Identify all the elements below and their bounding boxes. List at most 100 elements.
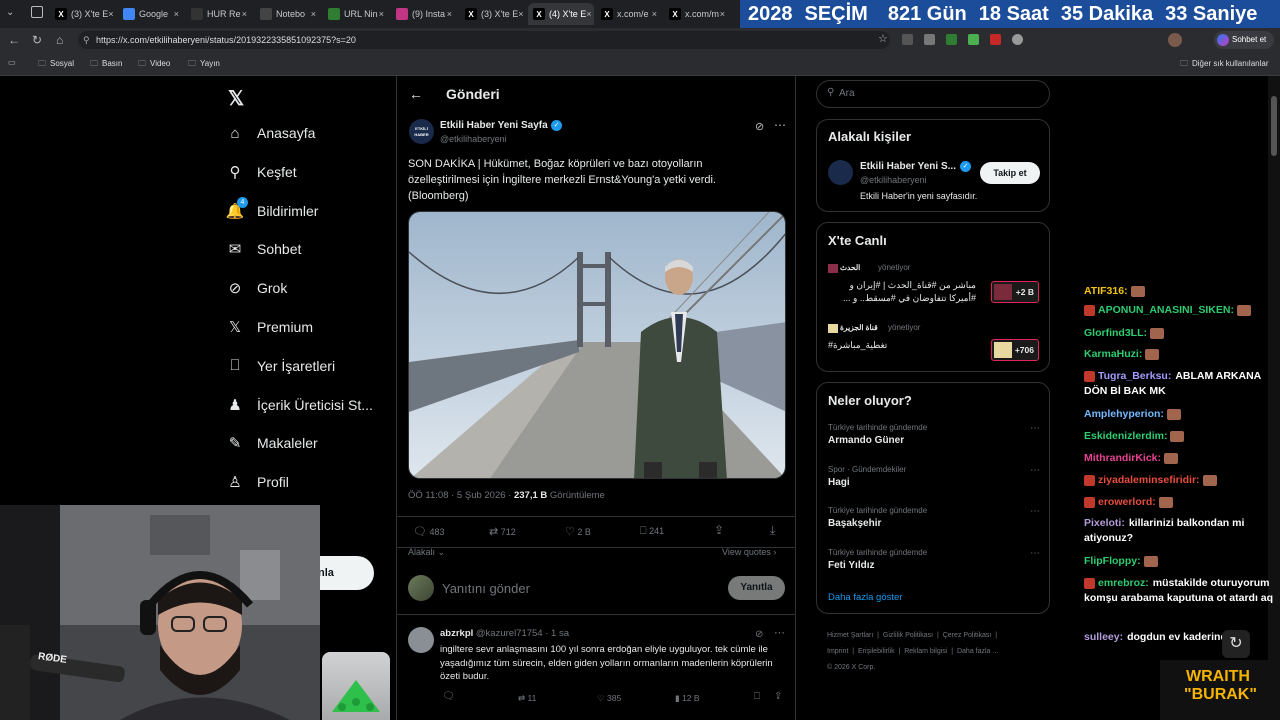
browser-tab[interactable]: Xx.com/m × xyxy=(664,3,730,25)
nav-item-5[interactable]: 𝕏 Premium xyxy=(226,318,313,336)
reply-avatar[interactable] xyxy=(408,627,434,653)
nav-item-3[interactable]: ✉ Sohbet xyxy=(226,240,302,258)
more-icon[interactable]: ⋯ xyxy=(774,118,786,132)
x-logo-icon[interactable]: 𝕏 xyxy=(228,86,244,111)
footer-link[interactable]: Erişilebilirlik xyxy=(858,648,895,655)
person-handle[interactable]: @etkilihaberyeni xyxy=(860,175,927,185)
home-icon[interactable]: ⌂ xyxy=(56,33,63,47)
person-name[interactable]: Etkili Haber Yeni S... xyxy=(860,161,956,172)
reply-like-action[interactable]: ♡ 385 xyxy=(597,693,621,704)
extensions-icons[interactable] xyxy=(902,34,1052,46)
copilot-chat-button[interactable]: Sohbet et xyxy=(1214,31,1274,49)
author-avatar[interactable]: ETKİLİ HABER xyxy=(409,119,434,144)
avatar[interactable] xyxy=(1168,33,1182,47)
reply-author-name[interactable]: abzrkpl xyxy=(440,628,473,639)
reply-reply-icon[interactable]: 🗨 xyxy=(442,691,455,702)
post-image[interactable] xyxy=(408,211,786,479)
reply-share-icon[interactable]: ⇪ xyxy=(774,691,782,702)
nav-item-7[interactable]: ♟ İçerik Üreticisi St... xyxy=(226,396,373,414)
bookmark-video[interactable]: 🗀 Video xyxy=(138,58,170,72)
repost-action[interactable]: ⇄ 712 xyxy=(489,525,516,538)
live-item[interactable]: الحدث yönetiyor مباشر من #قناة_الحدث | #… xyxy=(828,263,1040,311)
trend-item[interactable]: Spor · Gündemdekiler Hagi ⋯ xyxy=(828,465,1040,488)
close-tab-icon[interactable]: × xyxy=(447,9,452,19)
grok-icon[interactable]: ⊘ xyxy=(755,120,764,133)
trend-item[interactable]: Türkiye tarihinde gündemde Armando Güner ⋯ xyxy=(828,423,1040,446)
browser-tab[interactable]: HUR Re × xyxy=(186,3,252,25)
workspaces-icon[interactable] xyxy=(31,6,43,18)
trend-item[interactable]: Türkiye tarihinde gündemde Başakşehir ⋯ xyxy=(828,506,1040,529)
share-icon[interactable]: ⇪ xyxy=(714,523,724,537)
browser-tab[interactable]: X (4) X'te E × xyxy=(528,3,594,25)
reply-views-action[interactable]: ▮ 12 B xyxy=(675,693,700,704)
footer-link[interactable]: Reklam bilgisi xyxy=(904,648,947,655)
nav-item-0[interactable]: ⌂ Anasayfa xyxy=(226,124,315,142)
trend-more-icon[interactable]: ⋯ xyxy=(1030,465,1040,476)
address-input[interactable]: ⚲ https://x.com/etkilihaberyeni/status/2… xyxy=(78,31,890,49)
browser-tab[interactable]: Google × xyxy=(118,3,184,25)
close-tab-icon[interactable]: × xyxy=(242,9,247,19)
author-name[interactable]: Etkili Haber Yeni Sayfa xyxy=(440,120,548,131)
show-more-link[interactable]: Daha fazla göster xyxy=(828,592,902,603)
reply-button[interactable]: Yanıtla xyxy=(728,576,785,600)
nav-item-1[interactable]: ⚲ Keşfet xyxy=(226,163,297,181)
nav-item-9[interactable]: ♙ Profil xyxy=(226,473,289,491)
close-tab-icon[interactable]: × xyxy=(108,9,113,19)
reload-icon[interactable]: ↻ xyxy=(32,33,42,47)
footer-link[interactable]: Çerez Politikası xyxy=(943,632,992,639)
trend-item[interactable]: Türkiye tarihinde gündemde Feti Yıldız ⋯ xyxy=(828,548,1040,571)
bookmark-sosyal[interactable]: 🗀 Sosyal xyxy=(38,58,74,72)
view-quotes-link[interactable]: View quotes › xyxy=(722,547,776,557)
nav-item-2[interactable]: 🔔 4 Bildirimler xyxy=(226,196,318,220)
reply-repost-action[interactable]: ⇄ 11 xyxy=(518,693,536,704)
nav-item-6[interactable]: ⎕ Yer İşaretleri xyxy=(226,357,335,375)
live-item[interactable]: قناة الجزيرة yönetiyor #تغطية_مباشرة +70… xyxy=(828,323,1040,365)
own-avatar[interactable] xyxy=(408,575,434,601)
footer-link[interactable]: Hizmet Şartları xyxy=(827,632,873,639)
close-tab-icon[interactable]: × xyxy=(379,9,384,19)
bookmark-action[interactable]: ⎕ 241 xyxy=(640,525,664,538)
browser-tab[interactable]: Xx.com/e × xyxy=(596,3,662,25)
reply-grok-icon[interactable]: ⊘ xyxy=(755,629,763,640)
close-tab-icon[interactable]: × xyxy=(174,9,179,19)
reply-bookmark-icon[interactable]: ⎕ xyxy=(754,691,760,702)
close-tab-icon[interactable]: × xyxy=(518,9,523,19)
author-handle[interactable]: @etkilihaberyeni xyxy=(440,134,507,144)
close-tab-icon[interactable]: × xyxy=(586,9,591,19)
follow-button[interactable]: Takip et xyxy=(980,162,1040,184)
browser-tab[interactable]: (9) Insta × xyxy=(391,3,457,25)
tab-search-icon[interactable]: ⌄ xyxy=(6,7,20,21)
person-avatar[interactable] xyxy=(828,160,853,185)
nav-item-4[interactable]: ⊘ Grok xyxy=(226,279,288,297)
site-info-icon[interactable]: ⚲ xyxy=(83,31,90,49)
browser-tab[interactable]: X (3) X'te E × xyxy=(50,3,116,25)
reply-action[interactable]: 🗨 483 xyxy=(413,525,445,538)
close-tab-icon[interactable]: × xyxy=(652,9,657,19)
browser-tab[interactable]: Notebo × xyxy=(255,3,321,25)
browser-tab[interactable]: URL Nin × xyxy=(323,3,389,25)
footer-link[interactable]: Daha fazla ... xyxy=(957,648,998,655)
back-icon[interactable]: ← xyxy=(8,33,20,47)
nav-item-8[interactable]: ✎ Makaleler xyxy=(226,434,318,452)
browser-tab[interactable]: X (3) X'te E × xyxy=(460,3,526,25)
reply-more-icon[interactable]: ⋯ xyxy=(774,626,785,639)
search-input[interactable]: ⚲ Ara xyxy=(816,80,1050,108)
footer-link[interactable]: Imprint xyxy=(827,648,848,655)
other-bookmarks[interactable]: 🗀 Diğer sık kullanılanlar xyxy=(1180,58,1268,72)
related-dropdown[interactable]: Alakalı ⌄ xyxy=(408,547,445,558)
close-tab-icon[interactable]: × xyxy=(720,9,725,19)
download-icon[interactable]: ⤓ xyxy=(770,523,775,538)
bookmark-yayin[interactable]: 🗀 Yayın xyxy=(188,58,220,72)
reply-input[interactable]: Yanıtını gönder xyxy=(442,581,530,596)
back-arrow-icon[interactable]: ← xyxy=(409,86,423,102)
reply-author-handle[interactable]: @kazurel71754 xyxy=(476,628,543,639)
close-tab-icon[interactable]: × xyxy=(311,9,316,19)
bookmark-basin[interactable]: 🗀 Basın xyxy=(90,58,122,72)
trend-more-icon[interactable]: ⋯ xyxy=(1030,506,1040,517)
like-action[interactable]: ♡ 2 B xyxy=(565,525,591,538)
star-icon[interactable]: ☆ xyxy=(878,32,888,45)
reading-list-icon[interactable]: ▭ xyxy=(8,58,16,67)
footer-link[interactable]: Gizlilik Politikası xyxy=(883,632,933,639)
trend-more-icon[interactable]: ⋯ xyxy=(1030,548,1040,559)
trend-more-icon[interactable]: ⋯ xyxy=(1030,423,1040,434)
